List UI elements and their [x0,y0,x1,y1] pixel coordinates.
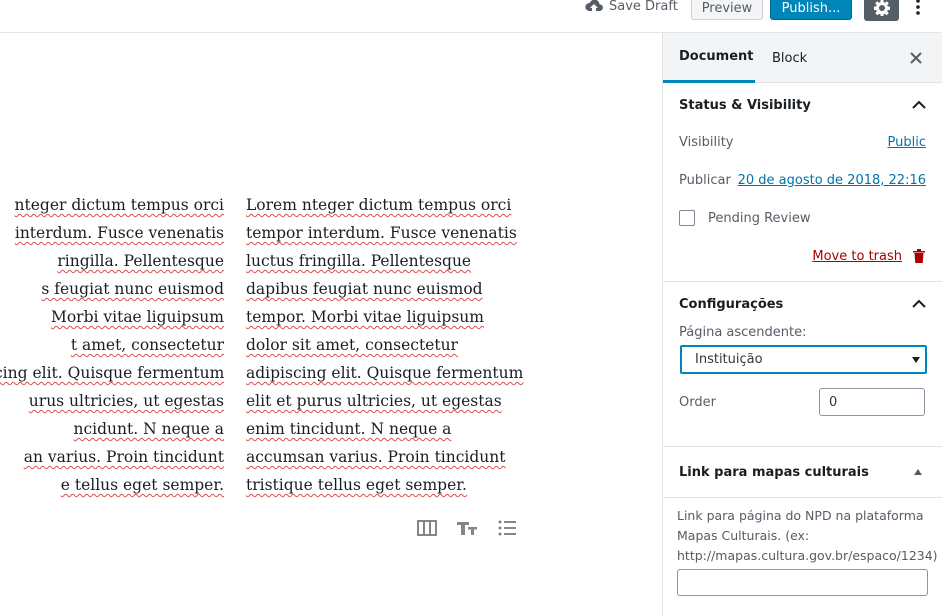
trash-icon [913,249,925,263]
paragraph-line: ncidunt. N neque a [73,420,224,438]
close-icon [910,52,922,64]
chevron-up-icon [912,299,926,308]
paragraph-line: luctus fringilla. Pellentesque [246,252,472,270]
paragraph-line: accumsan varius. Proin tincidunt [246,448,506,466]
mapas-description-line: http://mapas.cultura.gov.br/espaco/1234) [677,548,938,563]
paragraph-line: Lorem nteger dictum tempus orci [246,196,512,214]
paragraph-line: interdum. Fusce venenatis [14,224,224,242]
parent-page-label: Página ascendente: [679,325,807,340]
pending-review-checkbox[interactable] [679,210,695,226]
list-icon[interactable] [496,517,518,539]
order-input[interactable]: 0 [819,388,925,416]
chevron-up-icon [912,100,926,109]
paragraph-line: t amet, consectetur [70,336,224,354]
column-left[interactable]: nteger dictum tempus orci interdum. Fusc… [0,191,224,499]
visibility-toggle[interactable]: Public [888,135,926,150]
trash-row: Move to trash [663,237,942,275]
mapas-panel: Link para mapas culturais Link para pági… [663,447,942,596]
paragraph-line: dapibus feugiat nunc euismod [246,280,483,298]
column-right[interactable]: Lorem nteger dictum tempus orci tempor i… [246,191,523,499]
paragraph-line: ringilla. Pellentesque [57,252,224,270]
mapas-description: Link para página do NPD na plataforma Ma… [663,497,942,566]
visibility-row: Visibility Public [663,123,942,161]
paragraph-line: nteger dictum tempus orci [14,196,224,214]
sidebar-tabs: Document Block [663,33,942,83]
block-toolbar [416,517,518,539]
top-toolbar: Save Draft Preview Publish... [0,0,942,33]
more-options-button[interactable] [910,0,926,18]
mapas-description-line: Link para página do NPD na plataforma [677,508,924,523]
order-label: Order [679,394,716,410]
paragraph-line: tempor interdum. Fusce venenatis [246,224,517,242]
pending-review-label: Pending Review [708,210,811,226]
paragraph-line: cing elit. Quisque fermentum [0,364,224,382]
paragraph-line: tristique tellus eget semper. [246,476,467,494]
editor-canvas[interactable]: ulo nteger dictum tempus orci interdum. … [0,33,662,616]
settings-button[interactable] [864,0,899,21]
settings-sidebar: Document Block Status & Visibility Visib… [662,33,942,616]
paragraph-line: dolor sit amet, consectetur [246,336,458,354]
paragraph-line: an varius. Proin tincidunt [23,448,224,466]
parent-page-select[interactable]: Instituição [680,345,927,374]
move-to-trash-button[interactable]: Move to trash [812,249,902,264]
more-vertical-icon [916,0,920,15]
status-visibility-panel: Status & Visibility Visibility Public Pu… [663,83,942,282]
mapas-link-input[interactable] [677,569,928,596]
paragraph-line: adipiscing elit. Quisque fermentum [246,364,524,382]
mapas-toggle[interactable]: Link para mapas culturais [663,447,942,497]
paragraph-line: e tellus eget semper. [60,476,224,494]
panel-title: Link para mapas culturais [679,464,869,480]
panel-title: Status & Visibility [679,97,811,113]
caret-up-icon [914,469,922,475]
configuracoes-toggle[interactable]: Configurações [663,282,942,326]
text-size-icon[interactable] [456,517,478,539]
publish-label: Publicar [679,172,731,188]
visibility-label: Visibility [679,134,734,150]
save-draft-label: Save Draft [609,0,678,14]
tab-document[interactable]: Document [663,33,755,83]
tab-block[interactable]: Block [772,33,807,83]
publish-row: Publicar 20 de agosto de 2018, 22:16 [663,161,942,199]
columns-icon[interactable] [416,517,438,539]
parent-page-value: Instituição [695,352,763,367]
paragraph-line: tempor. Morbi vitae liguipsum [246,308,484,326]
paragraph-line: s feugiat nunc euismod [41,280,224,298]
panel-title: Configurações [679,296,784,312]
caret-down-icon [912,356,920,363]
configuracoes-panel: Configurações Página ascendente: Institu… [663,282,942,447]
paragraph-line: Morbi vitae liguipsum [50,308,224,326]
save-draft-button[interactable]: Save Draft [585,0,678,16]
mapas-description-line: Mapas Culturais. (ex: [677,528,810,543]
paragraph-line: elit et purus ultricies, ut egestas [246,392,502,410]
order-row: Order 0 [663,383,942,421]
pending-review-row: Pending Review [663,199,942,237]
paragraph-line: enim tincidunt. N neque a [246,420,452,438]
status-visibility-toggle[interactable]: Status & Visibility [663,83,942,127]
publish-date-toggle[interactable]: 20 de agosto de 2018, 22:16 [738,173,926,188]
close-sidebar-button[interactable] [908,50,924,66]
publish-button[interactable]: Publish... [770,0,852,20]
preview-button[interactable]: Preview [691,0,763,20]
cloud-upload-icon [585,0,603,11]
gear-icon [873,0,890,16]
paragraph-line: urus ultricies, ut egestas [28,392,224,410]
